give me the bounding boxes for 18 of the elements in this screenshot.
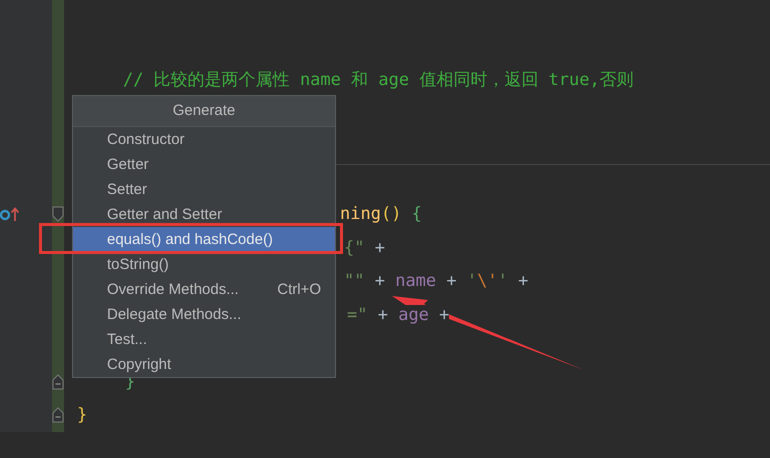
menu-item[interactable]: Getter and Setter: [73, 202, 335, 227]
code-line: ning() {: [340, 203, 422, 226]
menu-item[interactable]: Getter: [73, 152, 335, 177]
popup-title: Generate: [73, 96, 335, 127]
menu-item[interactable]: Setter: [73, 177, 335, 202]
fold-icon[interactable]: [52, 374, 64, 390]
code-line: "" + name + '\'' +: [344, 270, 528, 292]
menu-item[interactable]: Constructor: [73, 127, 335, 152]
menu-item[interactable]: toString(): [73, 252, 335, 277]
menu-item[interactable]: Override Methods... Ctrl+O: [73, 277, 335, 302]
menu-item[interactable]: Delegate Methods...: [73, 302, 335, 327]
menu-item[interactable]: Test...: [73, 327, 335, 352]
fold-icon[interactable]: [52, 206, 64, 222]
code-line: {" +: [344, 236, 385, 259]
fold-icon[interactable]: [52, 407, 64, 424]
code-line: =" + age +: [347, 304, 450, 326]
menu-item[interactable]: equals() and hashCode(): [73, 227, 335, 252]
override-icon[interactable]: [0, 206, 22, 222]
